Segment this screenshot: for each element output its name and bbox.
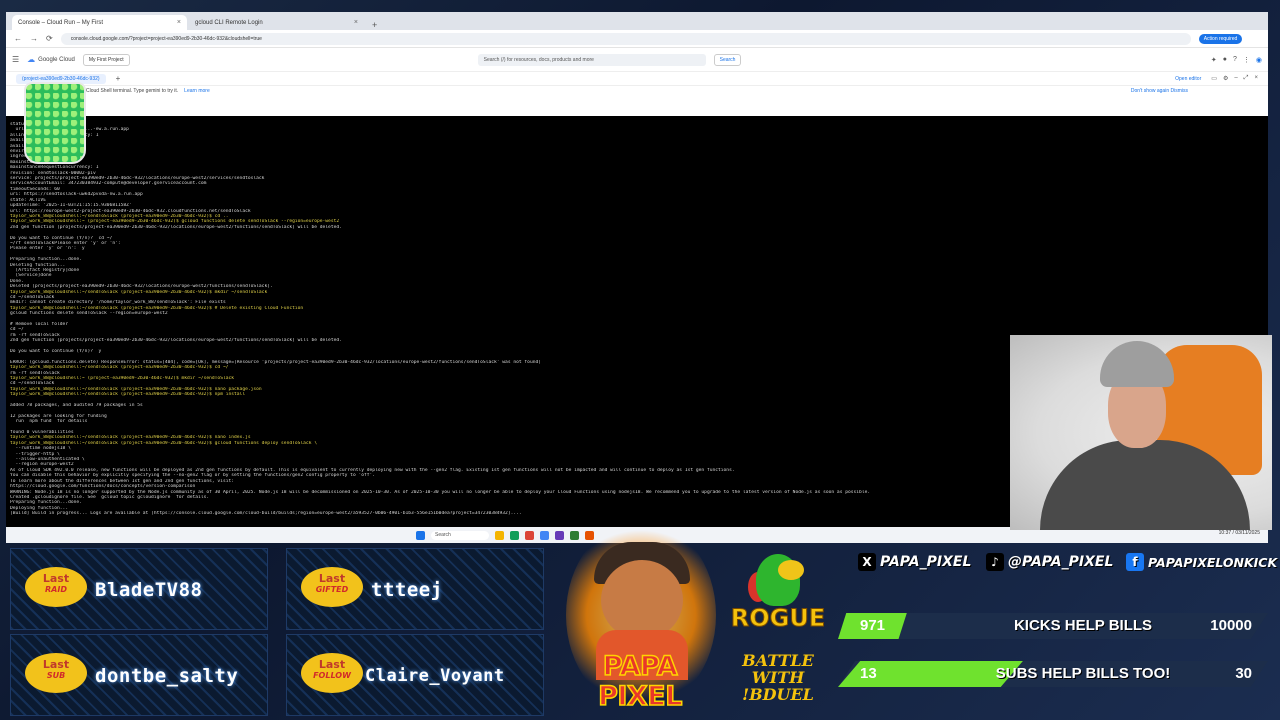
url-input[interactable]: console.cloud.google.com/?project=projec… [60, 32, 1191, 45]
tab-label: Console – Cloud Run – My First [18, 19, 104, 26]
google-cloud-logo[interactable]: ☁ Google Cloud [27, 55, 75, 64]
social-facebook: f PAPAPIXELONKICK [1126, 550, 1277, 574]
learn-more-link[interactable]: Learn more [184, 88, 210, 94]
edge-icon[interactable] [510, 530, 519, 540]
tab-strip: Console – Cloud Run – My First × gcloud … [6, 12, 1268, 30]
facebook-handle: PAPAPIXELONKICK [1148, 554, 1278, 570]
notice-text: Cloud Shell terminal. Type gemini to try… [86, 88, 179, 94]
last-raid-panel: Last RAID BladeTV88 [10, 548, 268, 630]
last-sub-panel: Last SUB dontbe_salty [10, 634, 268, 716]
kicks-goal-bar: 971 KICKS HELP BILLS 10000 [838, 613, 1268, 639]
last-badge: Last FOLLOW [301, 653, 363, 693]
console-search-input[interactable]: Search (/) for resources, docs, products… [477, 53, 706, 66]
app-icon[interactable] [540, 530, 549, 540]
papa-pixel-logo: PAPA PIXEL [597, 651, 683, 713]
project-picker[interactable]: My First Project [82, 53, 130, 66]
last-raid-name: BladeTV88 [95, 579, 203, 601]
browser-tab-gcloud[interactable]: gcloud CLI Remote Login × [189, 15, 364, 30]
cloud-shell-toolbar: (project-ea390ed9-2b30-46dc-932) + Open … [6, 72, 1268, 86]
cloud-icon: ☁ [27, 55, 36, 64]
taskbar-clock: 10:37 / 03/11/2025 [1218, 530, 1260, 536]
beanie [1100, 341, 1174, 387]
address-bar: ← → ⟳ console.cloud.google.com/?project=… [6, 30, 1268, 48]
gemini-notice: Cloud Shell terminal. Type gemini to try… [6, 86, 1268, 96]
last-follow-name: Claire_Voyant [365, 666, 505, 686]
goal-target: 30 [1235, 665, 1252, 682]
parrot-icon [738, 548, 816, 612]
close-icon[interactable]: × [177, 19, 181, 26]
gcloud-header: ☰ ☁ Google Cloud My First Project Search… [6, 48, 1268, 72]
webcam-feed [1010, 335, 1272, 530]
minimize-icon[interactable]: – [1234, 75, 1237, 82]
mug-image [24, 82, 86, 164]
logo-text: Google Cloud [38, 56, 75, 63]
last-gifted-name: tttеej [371, 579, 443, 601]
file-explorer-icon[interactable] [495, 530, 504, 540]
close-icon[interactable]: × [354, 19, 358, 26]
subs-goal-bar: 13 SUBS HELP BILLS TOO! 30 [838, 661, 1268, 687]
header-icons: ✦ ● ? ⋮ ◉ [1211, 56, 1262, 64]
x-handle: PAPA_PIXEL [880, 554, 972, 570]
add-session-icon[interactable]: + [116, 74, 121, 83]
avatar[interactable]: ◉ [1256, 56, 1262, 64]
search-button[interactable]: Search [713, 53, 742, 66]
last-follow-panel: Last FOLLOW Claire_Voyant [286, 634, 544, 716]
reload-icon[interactable]: ⟳ [46, 34, 53, 43]
close-icon[interactable]: × [1254, 75, 1258, 82]
battle-text: BATTLE WITH !BDUEL [742, 651, 814, 704]
notice-dismiss[interactable]: Don't show again Dismiss [1131, 88, 1188, 94]
rogue-logo: ROGUE [730, 604, 826, 633]
last-gifted-panel: Last GIFTED tttеej [286, 548, 544, 630]
settings-icon[interactable]: ⚙ [1223, 75, 1228, 82]
browser-tab-console[interactable]: Console – Cloud Run – My First × [12, 15, 187, 30]
gift-icon[interactable]: ✦ [1211, 56, 1217, 64]
x-icon: X [858, 553, 876, 571]
tiktok-handle: @PAPA_PIXEL [1008, 554, 1114, 570]
last-badge: Last SUB [25, 653, 87, 693]
shell-tools: ▭ ⚙ – ⤢ × [1211, 75, 1258, 82]
maximize-icon[interactable]: ⤢ [1244, 75, 1249, 82]
last-badge: Last GIFTED [301, 567, 363, 607]
action-required-badge[interactable]: Action required [1198, 33, 1243, 44]
forward-icon[interactable]: → [30, 34, 38, 43]
new-tab-icon[interactable]: + [366, 20, 383, 30]
goal-label: KICKS HELP BILLS [1013, 617, 1153, 634]
back-icon[interactable]: ← [14, 34, 22, 43]
tiktok-icon: ♪ [986, 553, 1004, 571]
windows-start-icon[interactable] [416, 530, 425, 540]
taskbar-search[interactable]: Search [431, 530, 489, 540]
last-badge: Last RAID [25, 567, 87, 607]
menu-icon[interactable]: ☰ [12, 55, 19, 64]
open-editor-button[interactable]: Open editor [1175, 76, 1201, 82]
facebook-icon: f [1126, 553, 1144, 571]
goal-label: SUBS HELP BILLS TOO! [995, 665, 1171, 682]
last-sub-name: dontbe_salty [95, 665, 239, 687]
help-icon[interactable]: ? [1233, 56, 1237, 64]
more-icon[interactable]: ⋮ [1243, 56, 1250, 64]
notifications-icon[interactable]: ● [1223, 56, 1227, 64]
chrome-icon[interactable] [525, 530, 534, 540]
tab-label: gcloud CLI Remote Login [195, 19, 263, 26]
social-x: X PAPA_PIXEL [858, 550, 971, 574]
stream-scene: Console – Cloud Run – My First × gcloud … [0, 0, 1280, 720]
keyboard-icon[interactable]: ▭ [1211, 75, 1217, 82]
goal-target: 10000 [1210, 617, 1252, 634]
social-tiktok: ♪ @PAPA_PIXEL [986, 550, 1113, 574]
